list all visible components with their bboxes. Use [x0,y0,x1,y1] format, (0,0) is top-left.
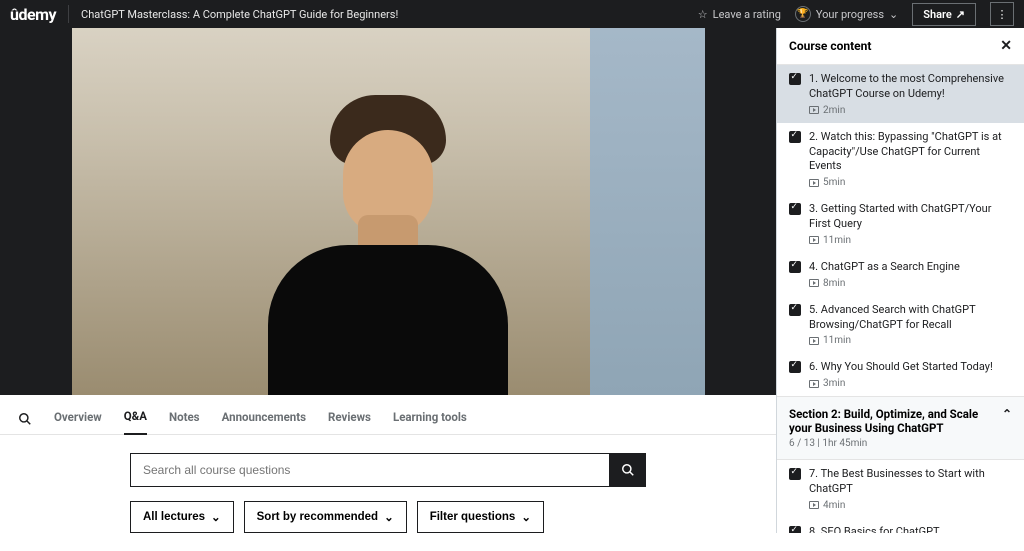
lesson-meta: 11min [809,235,1014,246]
lesson-title: 2. Watch this: Bypassing "ChatGPT is at … [809,130,1014,175]
chevron-down-icon: ⌄ [889,8,898,21]
chevron-down-icon: ⌄ [211,510,221,524]
tab-qa[interactable]: Q&A [124,403,147,435]
more-menu-button[interactable]: ⋮ [990,2,1014,26]
lesson-meta: 4min [809,500,1014,511]
share-label: Share [923,8,952,21]
instructor-silhouette [248,115,528,395]
share-button[interactable]: Share ↗ [912,3,976,26]
udemy-logo[interactable]: ûdemy [10,5,56,24]
checkbox-checked-icon[interactable] [789,304,801,316]
lesson-meta: 8min [809,278,1014,289]
qa-search-button[interactable] [610,453,646,487]
top-right-group: ☆ Leave a rating 🏆 Your progress ⌄ Share… [698,2,1014,26]
video-icon [809,337,819,345]
trophy-icon: 🏆 [795,6,811,22]
your-progress-button[interactable]: 🏆 Your progress ⌄ [795,6,898,22]
video-icon [809,106,819,114]
checkbox-checked-icon[interactable] [789,468,801,480]
course-content-sidebar: Course content ✕ 1. Welcome to the most … [776,28,1024,533]
lesson-item[interactable]: 2. Watch this: Bypassing "ChatGPT is at … [777,123,1024,196]
search-tab-icon[interactable] [18,412,32,426]
filter-questions-button[interactable]: Filter questions ⌄ [417,501,544,533]
filter-lectures-button[interactable]: All lectures ⌄ [130,501,234,533]
qa-search-row [130,453,646,487]
tab-notes[interactable]: Notes [169,404,200,434]
chevron-down-icon: ⌄ [521,510,531,524]
course-title[interactable]: ChatGPT Masterclass: A Complete ChatGPT … [81,8,398,21]
content-tabs: Overview Q&A Notes Announcements Reviews… [0,395,776,435]
kebab-icon: ⋮ [997,8,1008,21]
video-frame [72,28,705,395]
divider [68,5,69,23]
tab-learning-tools[interactable]: Learning tools [393,404,467,434]
main-left-column: Overview Q&A Notes Announcements Reviews… [0,28,776,533]
chevron-up-icon: ⌃ [1002,407,1012,449]
lesson-meta: 5min [809,177,1014,188]
star-icon: ☆ [698,8,708,21]
lesson-item[interactable]: 5. Advanced Search with ChatGPT Browsing… [777,296,1024,354]
qa-filters: All lectures ⌄ Sort by recommended ⌄ Filte… [130,501,646,533]
filter-lectures-label: All lectures [143,511,205,523]
search-icon [621,463,635,477]
checkbox-checked-icon[interactable] [789,261,801,273]
video-icon [809,501,819,509]
your-progress-label: Your progress [816,8,884,21]
video-icon [809,380,819,388]
checkbox-checked-icon[interactable] [789,73,801,85]
video-bg-window [590,28,705,395]
checkbox-checked-icon[interactable] [789,361,801,373]
tab-reviews[interactable]: Reviews [328,404,371,434]
lesson-item[interactable]: 1. Welcome to the most Comprehensive Cha… [777,65,1024,123]
lesson-item[interactable]: 7. The Best Businesses to Start with Cha… [777,460,1024,518]
video-player-area[interactable] [0,28,776,395]
lesson-item[interactable]: 3. Getting Started with ChatGPT/Your Fir… [777,195,1024,253]
lesson-item[interactable]: 4. ChatGPT as a Search Engine 8min [777,253,1024,296]
video-icon [809,179,819,187]
section-2-title: Section 2: Build, Optimize, and Scale yo… [789,407,1002,435]
tab-overview[interactable]: Overview [54,404,102,434]
tab-announcements[interactable]: Announcements [222,404,306,434]
lesson-meta: 11min [809,335,1014,346]
section-2-meta: 6 / 13 | 1hr 45min [789,438,1002,449]
filter-sort-button[interactable]: Sort by recommended ⌄ [244,501,407,533]
section-2-header[interactable]: Section 2: Build, Optimize, and Scale yo… [777,396,1024,460]
qa-search-input[interactable] [130,453,610,487]
lesson-title: 8. SEO Basics for ChatGPT [809,525,1014,533]
top-bar: ûdemy ChatGPT Masterclass: A Complete Ch… [0,0,1024,28]
checkbox-checked-icon[interactable] [789,131,801,143]
video-icon [809,279,819,287]
sidebar-title: Course content [789,39,871,53]
lesson-item[interactable]: 6. Why You Should Get Started Today! 3mi… [777,353,1024,396]
lesson-title: 4. ChatGPT as a Search Engine [809,260,1014,275]
lesson-meta: 3min [809,378,1014,389]
lesson-meta: 2min [809,105,1014,116]
logo-text: ûdemy [10,5,56,24]
lesson-title: 6. Why You Should Get Started Today! [809,360,1014,375]
share-arrow-icon: ↗ [956,8,965,21]
chevron-down-icon: ⌄ [384,510,394,524]
lesson-title: 5. Advanced Search with ChatGPT Browsing… [809,303,1014,333]
leave-rating-button[interactable]: ☆ Leave a rating [698,8,781,21]
sidebar-header: Course content ✕ [777,28,1024,65]
checkbox-checked-icon[interactable] [789,203,801,215]
filter-questions-label: Filter questions [430,511,516,523]
qa-panel: All lectures ⌄ Sort by recommended ⌄ Filte… [0,435,776,551]
checkbox-checked-icon[interactable] [789,526,801,533]
lesson-title: 3. Getting Started with ChatGPT/Your Fir… [809,202,1014,232]
lesson-title: 1. Welcome to the most Comprehensive Cha… [809,72,1014,102]
video-icon [809,236,819,244]
lesson-title: 7. The Best Businesses to Start with Cha… [809,467,1014,497]
leave-rating-label: Leave a rating [713,8,781,21]
filter-sort-label: Sort by recommended [257,511,378,523]
close-sidebar-button[interactable]: ✕ [1000,38,1012,54]
lesson-item[interactable]: 8. SEO Basics for ChatGPT 7min [777,518,1024,533]
